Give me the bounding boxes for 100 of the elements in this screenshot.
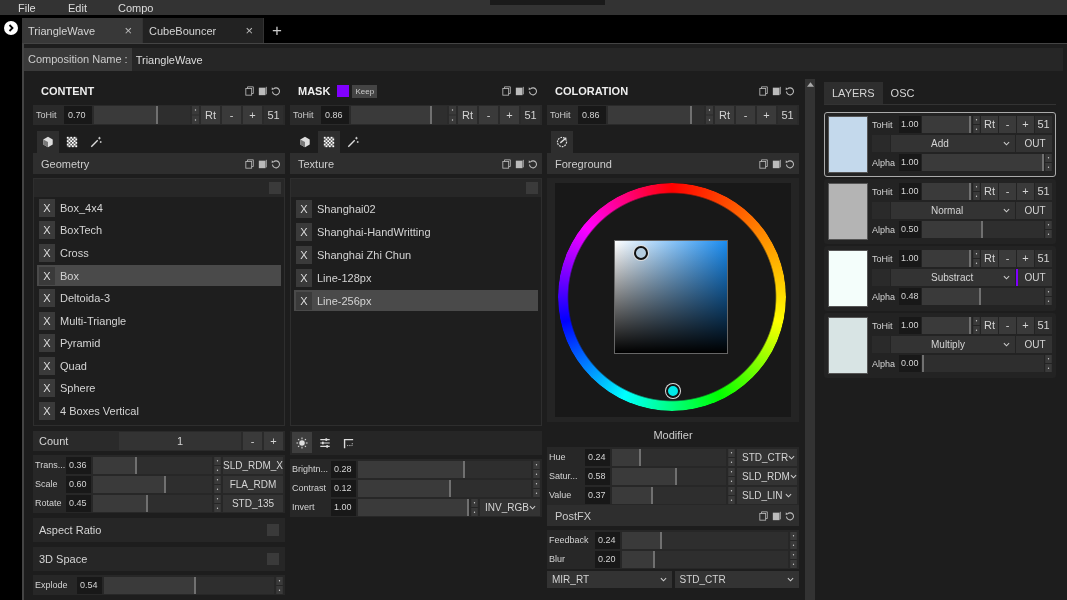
reset-icon[interactable] — [528, 86, 538, 96]
remove-button[interactable]: X — [296, 268, 312, 287]
slider[interactable] — [922, 116, 972, 133]
remove-button[interactable]: X — [39, 198, 55, 217]
value-field[interactable]: 0.12 — [331, 479, 356, 497]
value-field[interactable]: 0.48 — [899, 288, 921, 305]
composition-name-field[interactable]: TriangleWave — [131, 53, 203, 66]
color-swatch[interactable] — [337, 85, 350, 97]
spinner-icon[interactable] — [790, 550, 797, 568]
count-field[interactable]: 1 — [119, 432, 241, 450]
minus-button[interactable]: - — [243, 432, 262, 450]
list-item[interactable]: X 4 Boxes Vertical — [37, 400, 281, 422]
slider[interactable] — [622, 550, 788, 568]
value-field[interactable]: 0.24 — [585, 448, 610, 466]
slider[interactable] — [922, 221, 1044, 238]
spinner-icon[interactable] — [728, 486, 735, 504]
list-item[interactable]: X Shanghai-HandWritting — [294, 221, 538, 242]
rt-button[interactable]: Rt — [981, 183, 998, 200]
value-field[interactable]: 1.00 — [331, 498, 356, 516]
document-tab[interactable]: TriangleWave × — [22, 18, 143, 43]
reset-icon[interactable] — [271, 158, 281, 169]
value-field[interactable]: 1.00 — [899, 116, 921, 133]
reset-icon[interactable] — [785, 510, 795, 521]
slider[interactable] — [922, 183, 972, 200]
minus-button[interactable]: - — [999, 116, 1016, 133]
menu-item[interactable]: File — [18, 1, 68, 14]
plus-button[interactable]: + — [1017, 317, 1034, 334]
icon-tab[interactable] — [551, 131, 573, 153]
value-field[interactable]: 0.50 — [899, 221, 921, 238]
reset-icon[interactable] — [785, 158, 795, 169]
slider[interactable] — [93, 456, 212, 474]
close-icon[interactable]: × — [245, 23, 253, 38]
value-field[interactable]: 0.00 — [899, 355, 921, 372]
remove-button[interactable]: X — [39, 243, 55, 262]
value-field[interactable]: 0.58 — [585, 467, 610, 485]
slider[interactable] — [612, 467, 726, 485]
remove-button[interactable]: X — [296, 245, 312, 264]
remove-button[interactable]: X — [296, 291, 312, 310]
reset-icon[interactable] — [528, 158, 538, 169]
list-item[interactable]: X BoxTech — [37, 220, 281, 241]
remove-button[interactable]: X — [39, 221, 55, 240]
remove-button[interactable]: X — [39, 401, 55, 420]
remove-button[interactable]: X — [296, 222, 312, 241]
value-field[interactable]: 1.00 — [899, 154, 921, 171]
value-field[interactable]: 0.36 — [66, 456, 91, 474]
document-tab[interactable]: CubeBouncer × — [143, 18, 264, 43]
new-tab-button[interactable]: + — [272, 20, 282, 41]
minus-button[interactable]: - — [999, 317, 1016, 334]
list-item[interactable]: X Box_4x4 — [37, 197, 281, 219]
list-item[interactable]: X Shanghai Zhi Chun — [294, 244, 538, 265]
blend-dropdown[interactable]: Normal — [891, 202, 1015, 219]
list-item[interactable]: X Shanghai02 — [294, 198, 538, 219]
spinner-icon[interactable] — [1045, 288, 1052, 305]
spinner-icon[interactable] — [471, 498, 478, 516]
blend-dropdown[interactable]: Multiply — [891, 336, 1015, 353]
copy-icon[interactable] — [502, 158, 512, 169]
menu-item[interactable]: Compo — [118, 1, 168, 14]
spinner-icon[interactable] — [728, 467, 735, 485]
out-button[interactable]: OUT — [1016, 202, 1052, 219]
layer-card[interactable]: ToHit 1.00 Rt - + 51 Substract OUT Alpha 0.48 — [824, 246, 1056, 311]
slider[interactable] — [104, 576, 274, 594]
copy-icon[interactable] — [759, 86, 769, 96]
remove-button[interactable]: X — [39, 379, 55, 398]
copy-icon[interactable] — [502, 86, 512, 96]
list-item[interactable]: X Pyramid — [37, 332, 281, 354]
mode-dropdown[interactable]: SLD_LIN — [737, 486, 797, 504]
value-field[interactable]: 0.28 — [331, 460, 356, 478]
list-item[interactable]: X Line-256px — [294, 290, 538, 311]
layer-swatch[interactable] — [828, 317, 868, 374]
list-item[interactable]: X Multi-Triangle — [37, 310, 281, 331]
rt-button[interactable]: Rt — [715, 106, 734, 124]
minus-button[interactable]: - — [479, 106, 498, 124]
paste-icon[interactable] — [515, 158, 525, 169]
spinner-icon[interactable] — [973, 183, 980, 200]
list-item[interactable]: X Quad — [37, 355, 281, 376]
slider[interactable] — [351, 106, 447, 124]
value-field[interactable]: 0.24 — [595, 531, 620, 549]
list-item[interactable]: X Sphere — [37, 378, 281, 399]
scroll-up-icon[interactable] — [806, 82, 814, 87]
paste-icon[interactable] — [772, 510, 782, 521]
layer-swatch[interactable] — [828, 183, 868, 240]
layer-card[interactable]: ToHit 1.00 Rt - + 51 Normal OUT Alpha 0.50 — [824, 179, 1056, 244]
expand-icon[interactable] — [4, 21, 18, 35]
spinner-icon[interactable] — [973, 250, 980, 267]
mode-dropdown[interactable]: STD_CTR — [674, 571, 799, 588]
spinner-icon[interactable] — [214, 494, 221, 512]
layer-card[interactable]: ToHit 1.00 Rt - + 51 Multiply OUT Alpha 0.00 — [824, 313, 1056, 378]
list-item[interactable]: X Box — [37, 265, 281, 286]
rt-button[interactable]: Rt — [981, 317, 998, 334]
rt-button[interactable]: Rt — [981, 116, 998, 133]
slider[interactable] — [922, 317, 972, 334]
minus-button[interactable]: - — [736, 106, 755, 124]
reset-icon[interactable] — [785, 86, 795, 96]
mode-dropdown[interactable]: STD_CTR — [737, 448, 797, 466]
icon-tab[interactable] — [292, 432, 312, 453]
plus-button[interactable]: + — [757, 106, 776, 124]
slider[interactable] — [612, 486, 726, 504]
value-field[interactable]: 1.00 — [899, 317, 921, 334]
rt-button[interactable]: Rt — [201, 106, 220, 124]
value-field[interactable]: 0.86 — [578, 106, 606, 124]
